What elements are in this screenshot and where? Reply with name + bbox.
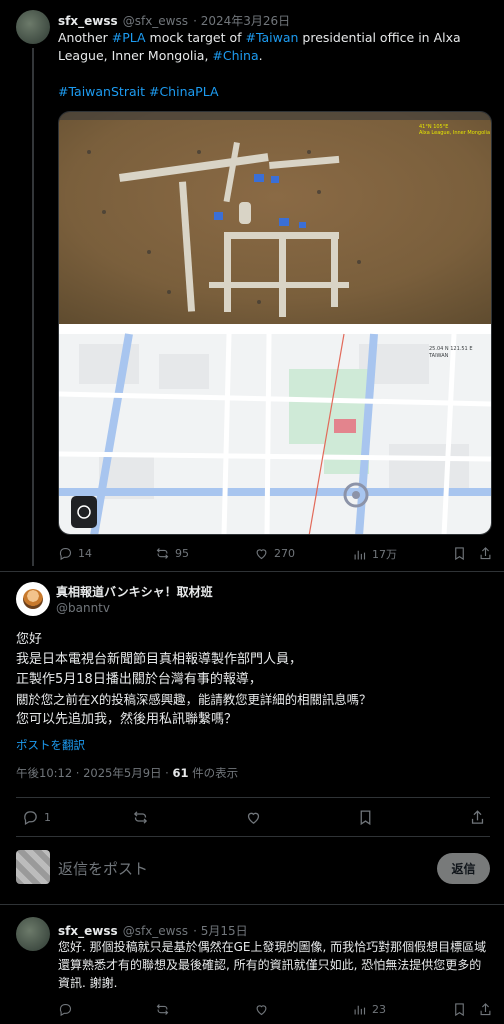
reply-input[interactable]: 返信をポスト <box>58 858 418 879</box>
reply-count: 1 <box>44 811 51 824</box>
views-icon <box>354 550 366 559</box>
divider <box>0 571 504 572</box>
hashtag-line: #TaiwanStrait #ChinaPLA <box>58 83 219 101</box>
avatar[interactable] <box>16 917 50 951</box>
user-avatar[interactable] <box>16 850 50 884</box>
line: 您可以先追加我，然後用私訊聯繫嗎？ <box>16 712 238 727</box>
repost-button[interactable]: 95 <box>155 546 189 561</box>
like-button[interactable] <box>245 809 262 826</box>
bookmark-button[interactable] <box>452 546 467 561</box>
author-handle[interactable]: @sfx_ewss <box>123 14 188 28</box>
bookmark-button[interactable] <box>452 1002 467 1017</box>
svg-text:Alxa League, Inner Mongolia: Alxa League, Inner Mongolia <box>419 130 490 136</box>
author-handle[interactable]: @sfx_ewss <box>123 924 188 938</box>
satellite-image: 41°N 105°E Alxa League, Inner Mongolia <box>59 112 491 324</box>
bookmark-icon <box>455 1003 464 1017</box>
reply-icon <box>59 1003 72 1017</box>
street-map: 25.04 N 121.51 E TAIWAN <box>59 324 491 534</box>
views-icon <box>354 1005 366 1015</box>
reply-button[interactable] <box>58 1002 73 1017</box>
author-handle[interactable]: @banntv <box>56 601 110 615</box>
hashtag-taiwan[interactable]: #Taiwan <box>245 30 298 45</box>
line: 您好 <box>16 632 43 647</box>
share-button[interactable] <box>478 546 493 561</box>
views-count: 17万 <box>372 548 397 561</box>
avatar[interactable] <box>16 10 50 44</box>
repost-button[interactable] <box>155 1002 170 1017</box>
author-name[interactable]: sfx_ewss <box>58 924 118 938</box>
thread-line <box>32 48 34 566</box>
bookmark-icon <box>360 810 371 826</box>
author-name[interactable]: sfx_ewss <box>58 14 118 28</box>
repost-icon <box>156 1004 169 1015</box>
heart-icon <box>256 1005 267 1016</box>
reply-submit-button[interactable]: 返信 <box>437 853 490 884</box>
share-icon <box>480 1003 491 1016</box>
heart-icon <box>256 549 267 560</box>
author-name[interactable]: 真相報道バンキシャ！取材班 <box>56 583 213 600</box>
share-button[interactable] <box>478 1002 493 1017</box>
post-time[interactable]: 午後10:12 · 2025年5月9日 · <box>16 766 172 780</box>
divider <box>16 797 490 798</box>
divider <box>0 904 504 905</box>
tweet-media[interactable]: 41°N 105°E Alxa League, Inner Mongolia 2… <box>58 111 492 535</box>
tweet-header: sfx_ewss @sfx_ewss · 2024年3月26日 <box>58 10 290 29</box>
post-date[interactable]: · 2024年3月26日 <box>193 14 290 28</box>
avatar-figure-icon <box>23 589 43 609</box>
share-button[interactable] <box>469 809 486 826</box>
map-label: TAIWAN <box>428 353 449 359</box>
tweet-text: Another #PLA mock target of #Taiwan pres… <box>58 30 461 63</box>
reply-button[interactable]: 14 <box>58 546 92 561</box>
like-button[interactable]: 270 <box>254 546 295 561</box>
tweet-header: sfx_ewss @sfx_ewss · 5月15日 <box>58 920 248 939</box>
share-icon <box>480 547 491 560</box>
repost-icon <box>133 811 148 824</box>
repost-count: 95 <box>175 547 189 560</box>
tweet-body: 您好 我是日本電視台新聞節目真相報導製作部門人員， 正製作5月18日播出關於台灣… <box>16 630 496 730</box>
svg-text:25.04 N 121.51 E: 25.04 N 121.51 E <box>429 346 472 352</box>
views-button[interactable]: 23 <box>352 1002 386 1017</box>
translate-link[interactable]: ポストを翻訳 <box>16 737 85 753</box>
reply-icon <box>59 547 72 561</box>
view-count: 61 <box>172 766 189 780</box>
like-button[interactable] <box>254 1002 269 1017</box>
bookmark-button[interactable] <box>357 809 374 826</box>
repost-button[interactable] <box>132 809 149 826</box>
hashtag-taiwanstrait[interactable]: #TaiwanStrait <box>58 84 145 99</box>
line: 我是日本電視台新聞節目真相報導製作部門人員， <box>16 652 303 667</box>
views-count: 23 <box>372 1003 386 1016</box>
share-icon <box>471 810 484 824</box>
reply-count: 14 <box>78 547 92 560</box>
line: 正製作5月18日播出關於台灣有事的報導， <box>16 672 262 687</box>
post-date[interactable]: · 5月15日 <box>193 924 248 938</box>
hashtag-chinapla[interactable]: #ChinaPLA <box>149 84 219 99</box>
reply-button[interactable]: 1 <box>22 809 51 826</box>
hashtag-pla[interactable]: #PLA <box>112 30 146 45</box>
repost-icon <box>156 548 169 559</box>
avatar[interactable] <box>16 582 50 616</box>
line: 關於您之前在X的投稿深感興趣，能請教您更詳細的相關訊息嗎？ <box>16 692 372 707</box>
divider <box>16 836 490 837</box>
reply-icon <box>24 811 37 826</box>
post-meta: 午後10:12 · 2025年5月9日 · 61 件の表示 <box>16 765 238 781</box>
view-suffix: 件の表示 <box>188 766 239 780</box>
views-button[interactable]: 17万 <box>352 546 397 562</box>
tweet-text: 您好. 那個投稿就只是基於偶然在GE上發現的圖像, 而我恰巧對那個假想目標區域還… <box>58 940 487 990</box>
bookmark-icon <box>455 547 464 561</box>
like-count: 270 <box>274 547 295 560</box>
heart-icon <box>247 812 260 824</box>
hashtag-china[interactable]: #China <box>212 48 258 63</box>
